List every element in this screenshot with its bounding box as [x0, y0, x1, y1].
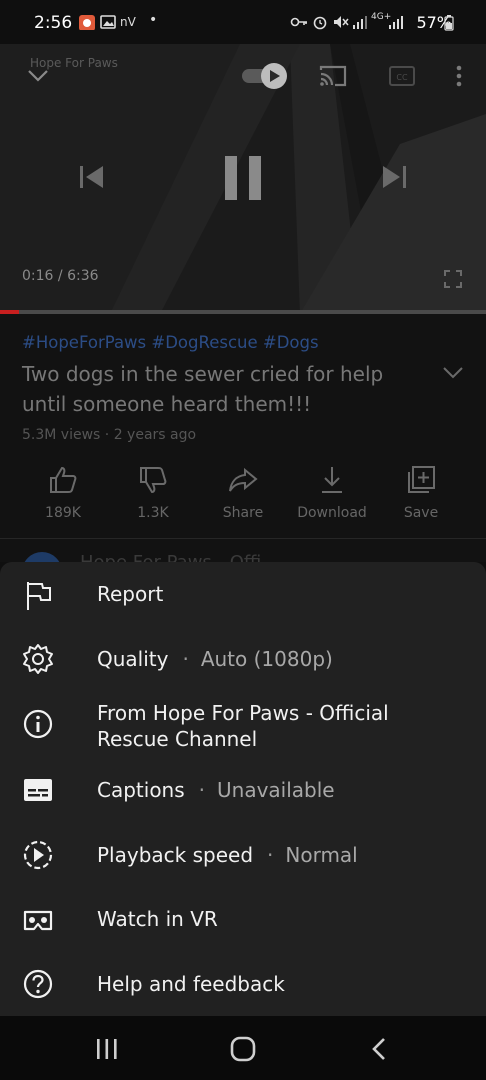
- more-options-icon[interactable]: [452, 64, 466, 88]
- video-title[interactable]: Two dogs in the sewer cried for help unt…: [22, 359, 422, 419]
- menu-item-captions[interactable]: Captions · Unavailable: [0, 758, 486, 822]
- closed-captions-icon[interactable]: CC: [388, 64, 416, 88]
- pause-icon[interactable]: [220, 154, 266, 202]
- home-icon[interactable]: [230, 1036, 256, 1062]
- dislike-button[interactable]: 1.3K: [108, 464, 198, 521]
- menu-label-playback-speed: Playback speed · Normal: [97, 843, 358, 867]
- save-label: Save: [403, 505, 439, 521]
- menu-item-report[interactable]: Report: [0, 562, 486, 626]
- menu-item-channel-info[interactable]: From Hope For Paws - Official Rescue Cha…: [0, 690, 486, 758]
- thumbs-down-icon: [140, 467, 167, 494]
- captions-icon: [24, 779, 52, 801]
- menu-label-quality: Quality · Auto (1080p): [97, 647, 333, 671]
- alarm-icon: [313, 16, 327, 30]
- channel-row[interactable]: Hope For Paws - Offi: [0, 540, 486, 562]
- expand-chevron-icon[interactable]: [442, 366, 464, 380]
- info-icon: [23, 709, 53, 739]
- quality-value: Auto (1080p): [200, 647, 333, 671]
- playback-speed-icon: [23, 840, 53, 870]
- menu-label-captions: Captions · Unavailable: [97, 778, 335, 802]
- share-label: Share: [222, 505, 264, 521]
- nv-icon: nV: [120, 15, 136, 29]
- options-bottom-sheet: Report Quality · Auto (1080p) From Hope Fo…: [0, 562, 486, 1016]
- download-icon: [322, 467, 342, 493]
- menu-item-help[interactable]: Help and feedback: [0, 952, 486, 1016]
- divider: [0, 538, 486, 539]
- gallery-icon: [100, 15, 116, 29]
- next-icon[interactable]: [380, 164, 408, 190]
- signal-icon-1: [353, 16, 367, 29]
- gear-icon: [23, 644, 53, 674]
- menu-label-channel-info: From Hope For Paws - Official Rescue Cha…: [97, 701, 389, 751]
- playback-time: 0:16 / 6:36: [22, 268, 99, 284]
- previous-icon[interactable]: [78, 164, 106, 190]
- like-button[interactable]: 189K: [18, 464, 108, 521]
- menu-label-report: Report: [97, 582, 164, 606]
- save-button[interactable]: Save: [376, 464, 466, 521]
- dislike-count: 1.3K: [137, 505, 169, 521]
- fullscreen-icon[interactable]: [444, 270, 462, 288]
- menu-label-watch-vr: Watch in VR: [97, 907, 218, 931]
- thumbs-up-icon: [50, 466, 77, 493]
- mute-icon: [334, 16, 349, 28]
- help-icon: [23, 969, 53, 999]
- download-label: Download: [297, 505, 367, 521]
- captions-value: Unavailable: [217, 778, 335, 802]
- flag-icon: [27, 582, 51, 610]
- channel-avatar[interactable]: [22, 552, 62, 562]
- minimize-chevron-icon[interactable]: [26, 68, 50, 84]
- vr-icon: [23, 910, 53, 931]
- recent-apps-icon[interactable]: [95, 1038, 119, 1060]
- menu-label-help: Help and feedback: [97, 972, 285, 996]
- share-icon: [229, 467, 258, 492]
- menu-item-quality[interactable]: Quality · Auto (1080p): [0, 626, 486, 690]
- system-nav-bar: [0, 1016, 486, 1080]
- signal-icon-2: [389, 16, 403, 29]
- save-playlist-icon: [408, 466, 435, 493]
- app-notification-icon: [79, 15, 95, 30]
- status-time: 2:56: [34, 13, 73, 33]
- status-bar: 2:56 nV • 4G+ 57%: [0, 0, 486, 44]
- video-player[interactable]: Hope For Paws CC 0:16 / 6:36: [0, 44, 486, 314]
- back-icon[interactable]: [370, 1036, 388, 1062]
- video-info: #HopeForPaws #DogRescue #Dogs Two dogs i…: [0, 314, 486, 540]
- video-hashtags[interactable]: #HopeForPaws #DogRescue #Dogs: [22, 333, 319, 352]
- cast-icon[interactable]: [318, 64, 348, 88]
- video-meta: 5.3M views · 2 years ago: [22, 427, 197, 443]
- dot-icon: •: [149, 12, 158, 28]
- menu-item-watch-vr[interactable]: Watch in VR: [0, 886, 486, 950]
- menu-item-playback-speed[interactable]: Playback speed · Normal: [0, 822, 486, 886]
- vpn-key-icon: [290, 17, 307, 27]
- channel-name: Hope For Paws - Offi: [80, 552, 261, 562]
- battery-icon: [444, 15, 454, 31]
- svg-text:CC: CC: [396, 73, 408, 82]
- autoplay-toggle-icon[interactable]: [240, 62, 292, 90]
- share-button[interactable]: Share: [198, 464, 288, 521]
- like-count: 189K: [45, 505, 81, 521]
- playback-speed-value: Normal: [285, 843, 358, 867]
- download-button[interactable]: Download: [287, 464, 377, 521]
